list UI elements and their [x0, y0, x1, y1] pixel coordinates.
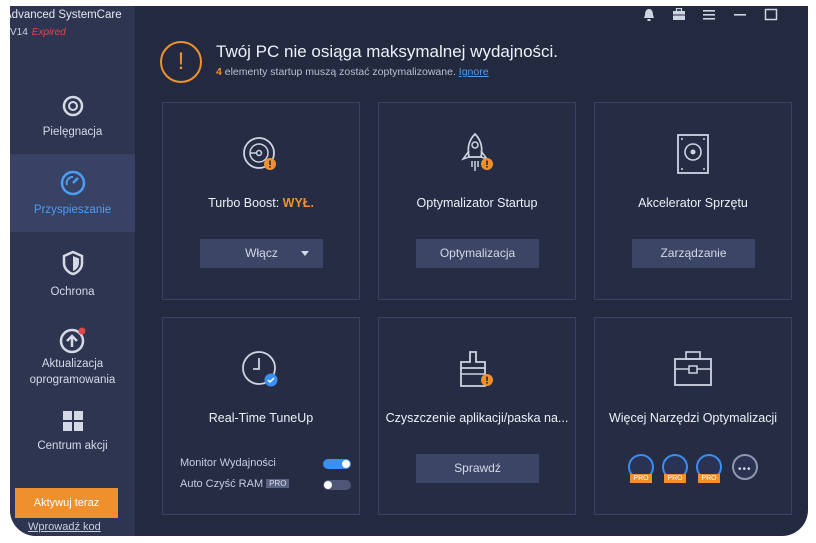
alert-message: 4 elementy startup muszą zostać zoptymal… [216, 66, 489, 78]
sidebar-item-protection[interactable]: Ochrona [10, 240, 135, 318]
card-title: Optymalizator Startup [416, 196, 538, 210]
app-manager-icon[interactable]: PRO [696, 454, 724, 483]
realtime-tuneup-card: Real-Time TuneUp Monitor Wydajności Auto… [162, 317, 360, 515]
card-title: Akcelerator Sprzętu [638, 196, 748, 210]
pro-badge: PRO [664, 474, 686, 483]
activate-now-button[interactable]: Aktywuj teraz [15, 488, 118, 518]
ram-chip-icon[interactable]: PRO [628, 454, 656, 483]
sidebar-item-label: Aktualizacja oprogramowania [29, 358, 116, 386]
sidebar-item-label: Pielęgnacja [42, 126, 103, 138]
manage-button[interactable]: Zarządzanie [632, 239, 755, 268]
expired-label: Expired [31, 27, 66, 38]
maximize-icon[interactable] [764, 8, 778, 21]
pro-badge: PRO [698, 474, 720, 483]
update-arrow-icon [59, 327, 85, 354]
monitor-performance-toggle[interactable] [323, 459, 351, 469]
clock-icon [242, 351, 278, 387]
sidebar-item-label: Ochrona [50, 286, 95, 298]
toggle-knob [324, 481, 332, 489]
minimize-icon[interactable] [733, 8, 747, 21]
monitor-performance-label: Monitor Wydajności [180, 457, 276, 469]
turbo-boost-card: Turbo Boost: WYŁ. Włącz [162, 102, 360, 300]
shield-icon [62, 250, 83, 276]
button-label: Włącz [245, 246, 278, 260]
more-dots: ••• [738, 464, 752, 475]
turbo-boost-state: WYŁ. [282, 196, 314, 210]
enter-code-link[interactable]: Wprowadź kod [28, 521, 101, 533]
gear-icon [62, 95, 83, 117]
sidebar: Advanced SystemCare V14 Expired Pielęgnac… [10, 6, 135, 536]
card-title: Czyszczenie aplikacji/paska na... [385, 411, 569, 425]
speedometer-icon [60, 170, 85, 196]
toolbox-icon [674, 351, 712, 386]
check-button[interactable]: Sprawdź [416, 454, 539, 483]
app-cleanup-card: Czyszczenie aplikacji/paska na... Sprawd… [378, 317, 576, 515]
pro-badge: PRO [630, 474, 652, 483]
startup-optimizer-card: Optymalizator Startup Optymalizacja [378, 102, 576, 300]
card-title: Real-Time TuneUp [208, 411, 314, 425]
chevron-down-icon[interactable] [301, 251, 309, 256]
turbo-boost-icon [243, 137, 276, 170]
auto-clean-ram-label: Auto Czyść RAM [180, 478, 264, 490]
version-number: V14 [10, 27, 28, 38]
optimize-button[interactable]: Optymalizacja [416, 239, 539, 268]
internet-booster-icon[interactable]: PRO [662, 454, 690, 483]
sidebar-item-label: Centrum akcji [37, 440, 108, 452]
brush-icon [460, 351, 493, 387]
hardware-accelerator-card: Akcelerator Sprzętu Zarządzanie [594, 102, 792, 300]
alert-text: elementy startup muszą zostać zoptymaliz… [221, 66, 459, 78]
sidebar-item-speedup[interactable]: Przyspieszanie [10, 154, 135, 232]
menu-icon[interactable] [702, 8, 716, 21]
auto-clean-ram-toggle[interactable] [323, 480, 351, 490]
more-tools-card: Więcej Narzędzi Optymalizacji PRO PRO PR… [594, 317, 792, 515]
card-title: Turbo Boost: WYŁ. [163, 196, 359, 210]
sidebar-item-software-update[interactable]: Aktualizacja oprogramowania [10, 319, 135, 397]
warning-icon: ! [160, 41, 202, 83]
turbo-boost-title: Turbo Boost: [208, 196, 280, 210]
app-window: Advanced SystemCare V14 Expired Pielęgnac… [10, 6, 808, 536]
toggle-knob [342, 460, 350, 468]
alert-title: Twój PC nie osiąga maksymalnej wydajnośc… [216, 42, 559, 61]
toolbox-icon[interactable] [672, 8, 686, 21]
bell-icon[interactable] [643, 8, 655, 22]
hard-drive-icon [677, 134, 709, 174]
ignore-link[interactable]: Ignore [459, 66, 489, 78]
sidebar-item-care[interactable]: Pielęgnacja [10, 83, 135, 161]
rocket-icon [460, 132, 493, 171]
pro-badge: PRO [266, 479, 290, 488]
auto-clean-ram-row: Auto Czyść RAM PRO [180, 478, 290, 490]
enable-turbo-button[interactable]: Włącz [200, 239, 323, 268]
more-dots-icon[interactable]: ••• [732, 454, 760, 482]
version-label: V14 Expired [10, 27, 66, 38]
card-title: Więcej Narzędzi Optymalizacji [608, 411, 778, 425]
grid-icon [62, 411, 83, 431]
sidebar-item-action-center[interactable]: Centrum akcji [10, 404, 135, 482]
sidebar-item-label: Przyspieszanie [33, 204, 112, 216]
app-title: Advanced SystemCare [10, 9, 122, 21]
